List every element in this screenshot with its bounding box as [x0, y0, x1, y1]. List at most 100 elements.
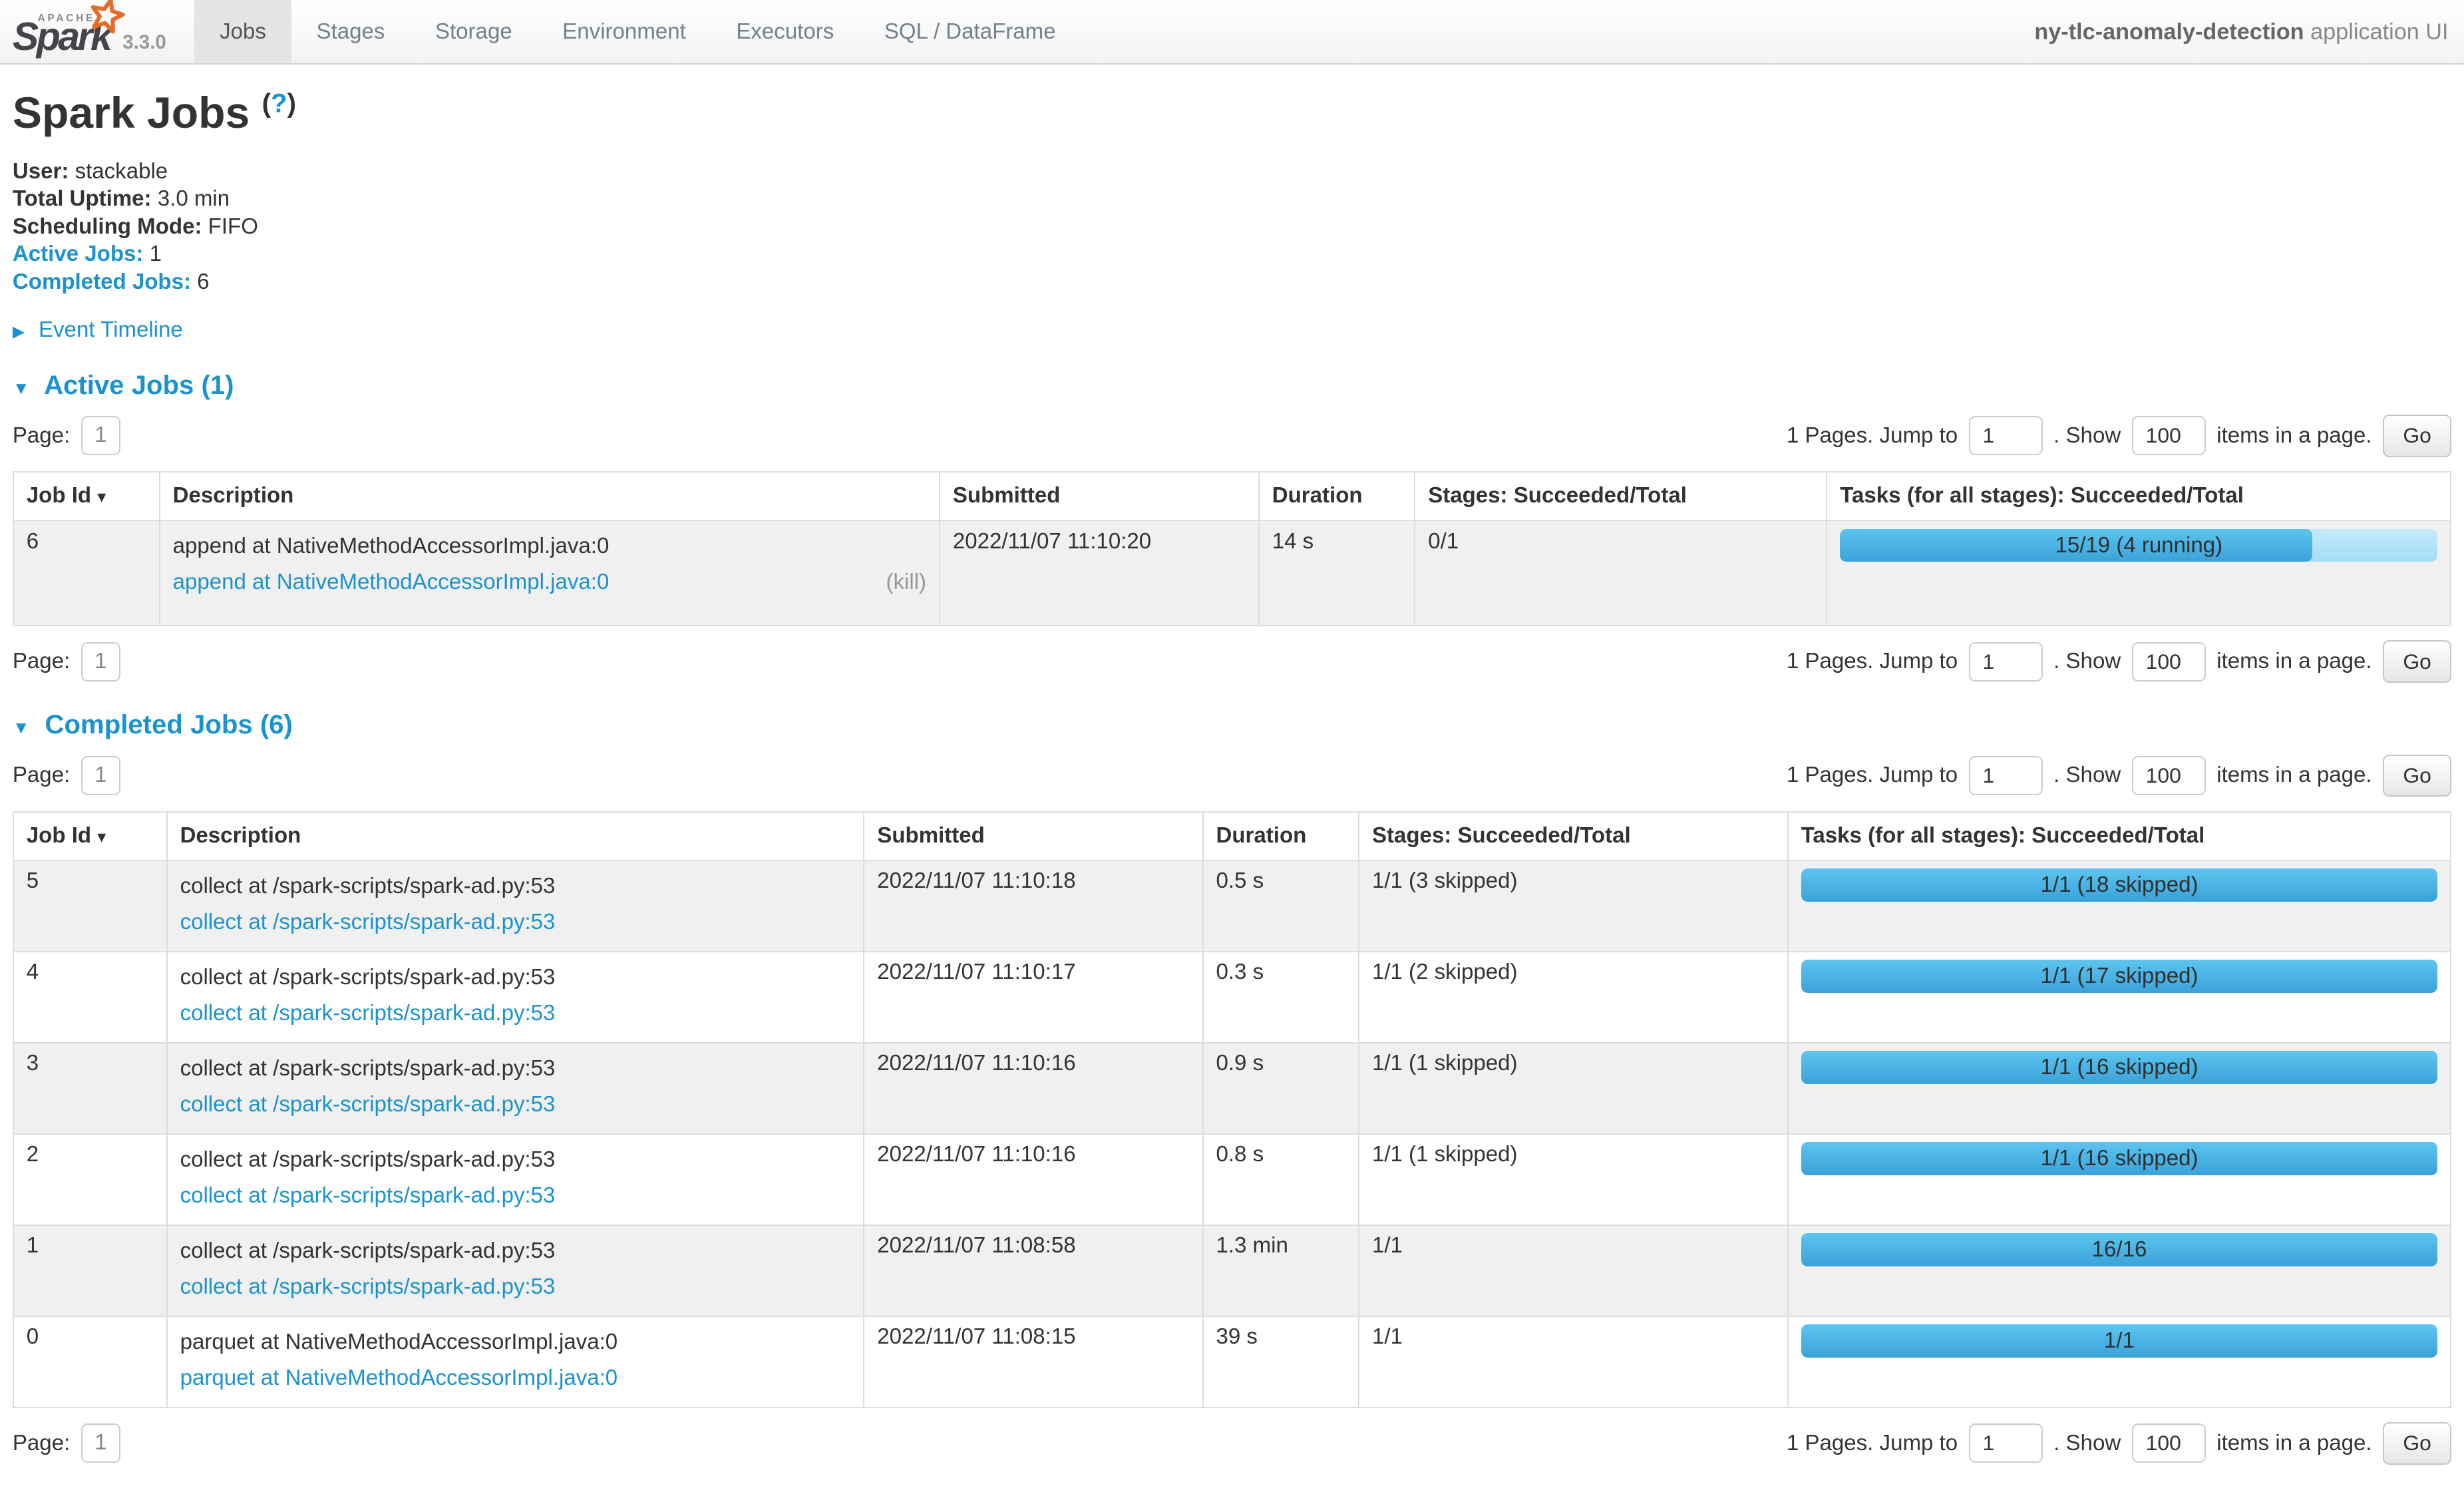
expanded-arrow-icon: ▼ [13, 717, 30, 737]
active-jobs-link[interactable]: Active Jobs: [13, 242, 144, 266]
description-text: collect at /spark-scripts/spark-ad.py:53 [180, 1056, 851, 1081]
job-id-cell: 5 [13, 860, 167, 952]
items-per-page-input[interactable] [2132, 1423, 2206, 1463]
column-stages[interactable]: Stages: Succeeded/Total [1415, 472, 1827, 520]
items-text: items in a page. [2216, 763, 2372, 788]
column-description[interactable]: Description [160, 472, 940, 520]
tab-jobs[interactable]: Jobs [194, 0, 291, 63]
show-text: . Show [2053, 763, 2121, 788]
tab-executors[interactable]: Executors [711, 0, 860, 63]
completed-jobs-pager-bottom: Page: 1 1 Pages. Jump to . Show items in… [13, 1422, 2451, 1465]
column-submitted[interactable]: Submitted [864, 812, 1202, 860]
pages-text: 1 Pages. Jump to [1787, 1431, 1958, 1456]
go-button[interactable]: Go [2383, 1422, 2451, 1465]
items-per-page-input[interactable] [2132, 416, 2206, 455]
description-link[interactable]: parquet at NativeMethodAccessorImpl.java… [180, 1366, 618, 1391]
task-progress-bar: 1/1 (16 skipped) [1801, 1051, 2438, 1084]
page-label: Page: [13, 423, 70, 449]
items-per-page-input[interactable] [2132, 642, 2206, 681]
page-label: Page: [13, 1431, 70, 1456]
column-duration[interactable]: Duration [1259, 472, 1415, 520]
job-id-cell: 2 [13, 1134, 167, 1225]
tasks-cell: 15/19 (4 running) [1827, 520, 2451, 626]
description-text: collect at /spark-scripts/spark-ad.py:53 [180, 1147, 851, 1173]
page-label: Page: [13, 649, 70, 674]
tab-stages[interactable]: Stages [291, 0, 410, 63]
pages-text: 1 Pages. Jump to [1787, 649, 1958, 674]
application-title: ny-tlc-anomaly-detection application UI [2034, 0, 2464, 63]
stages-cell: 1/1 (3 skipped) [1359, 860, 1788, 952]
job-id-cell: 4 [13, 952, 167, 1043]
description-link[interactable]: append at NativeMethodAccessorImpl.java:… [173, 570, 610, 595]
column-tasks[interactable]: Tasks (for all stages): Succeeded/Total [1788, 812, 2451, 860]
help-link[interactable]: ? [271, 89, 287, 118]
spark-logo: APACHE Spark 3.3.0 [0, 0, 194, 63]
help-parens: (?) [262, 89, 296, 118]
show-text: . Show [2053, 1431, 2121, 1456]
submitted-cell: 2022/11/07 11:10:16 [864, 1043, 1202, 1134]
page-label: Page: [13, 763, 70, 788]
summary-completed-jobs: Completed Jobs: 6 [13, 268, 2451, 296]
application-name: ny-tlc-anomaly-detection [2034, 19, 2304, 45]
description-text: parquet at NativeMethodAccessorImpl.java… [180, 1330, 851, 1355]
task-progress-bar: 1/1 [1801, 1324, 2438, 1358]
task-progress-bar: 15/19 (4 running) [1840, 529, 2437, 562]
completed-jobs-link[interactable]: Completed Jobs: [13, 270, 191, 294]
description-link[interactable]: collect at /spark-scripts/spark-ad.py:53 [180, 1274, 556, 1300]
job-id-cell: 0 [13, 1316, 167, 1408]
jump-to-page-input[interactable] [1969, 416, 2043, 455]
go-button[interactable]: Go [2383, 640, 2451, 683]
active-jobs-pager-top: Page: 1 1 Pages. Jump to . Show items in… [13, 415, 2451, 457]
description-text: append at NativeMethodAccessorImpl.java:… [173, 534, 926, 559]
column-stages[interactable]: Stages: Succeeded/Total [1359, 812, 1788, 860]
completed-job-row: 5 collect at /spark-scripts/spark-ad.py:… [13, 860, 2451, 952]
column-tasks[interactable]: Tasks (for all stages): Succeeded/Total [1827, 472, 2451, 520]
tasks-cell: 1/1 (18 skipped) [1788, 860, 2451, 952]
kill-link[interactable]: (kill) [886, 570, 927, 595]
tab-storage[interactable]: Storage [410, 0, 537, 63]
items-text: items in a page. [2216, 1431, 2372, 1456]
jump-to-page-input[interactable] [1969, 756, 2043, 795]
collapsed-arrow-icon: ▶ [13, 323, 25, 341]
jump-to-page-input[interactable] [1969, 1423, 2043, 1463]
column-description[interactable]: Description [167, 812, 864, 860]
column-job-id[interactable]: Job Id ▾ [13, 472, 160, 520]
items-text: items in a page. [2216, 423, 2372, 449]
column-job-id[interactable]: Job Id ▾ [13, 812, 167, 860]
spark-version: 3.3.0 [122, 31, 166, 54]
submitted-cell: 2022/11/07 11:08:15 [864, 1316, 1202, 1408]
tab-sql-dataframe[interactable]: SQL / DataFrame [859, 0, 1081, 63]
current-page-number[interactable]: 1 [81, 1423, 120, 1463]
completed-jobs-pager-top: Page: 1 1 Pages. Jump to . Show items in… [13, 755, 2451, 797]
description-link[interactable]: collect at /spark-scripts/spark-ad.py:53 [180, 1183, 556, 1209]
tab-environment[interactable]: Environment [537, 0, 711, 63]
items-per-page-input[interactable] [2132, 756, 2206, 795]
description-cell: append at NativeMethodAccessorImpl.java:… [160, 520, 940, 626]
go-button[interactable]: Go [2383, 415, 2451, 457]
summary-active-jobs: Active Jobs: 1 [13, 240, 2451, 268]
summary-uptime: Total Uptime: 3.0 min [13, 185, 2451, 213]
section-completed-jobs[interactable]: ▼ Completed Jobs (6) [13, 709, 2451, 740]
job-id-cell: 1 [13, 1225, 167, 1316]
show-text: . Show [2053, 423, 2121, 449]
description-link[interactable]: collect at /spark-scripts/spark-ad.py:53 [180, 910, 556, 935]
description-text: collect at /spark-scripts/spark-ad.py:53 [180, 874, 851, 899]
section-active-jobs[interactable]: ▼ Active Jobs (1) [13, 370, 2451, 401]
task-progress-label: 1/1 (16 skipped) [1801, 1142, 2438, 1175]
jump-to-page-input[interactable] [1969, 642, 2043, 681]
stages-cell: 1/1 (1 skipped) [1359, 1134, 1788, 1225]
duration-cell: 1.3 min [1203, 1225, 1359, 1316]
current-page-number[interactable]: 1 [81, 416, 120, 455]
description-link[interactable]: collect at /spark-scripts/spark-ad.py:53 [180, 1001, 556, 1026]
task-progress-bar: 1/1 (18 skipped) [1801, 868, 2438, 902]
current-page-number[interactable]: 1 [81, 642, 120, 681]
column-duration[interactable]: Duration [1203, 812, 1359, 860]
event-timeline-toggle[interactable]: ▶ Event Timeline [13, 317, 2451, 343]
description-link[interactable]: collect at /spark-scripts/spark-ad.py:53 [180, 1092, 556, 1117]
column-submitted[interactable]: Submitted [940, 472, 1259, 520]
description-cell: collect at /spark-scripts/spark-ad.py:53… [167, 1225, 864, 1316]
go-button[interactable]: Go [2383, 755, 2451, 797]
navbar: APACHE Spark 3.3.0 Jobs Stages Storage E… [0, 0, 2464, 65]
current-page-number[interactable]: 1 [81, 756, 120, 795]
active-jobs-table: Job Id ▾ Description Submitted Duration … [13, 471, 2451, 626]
